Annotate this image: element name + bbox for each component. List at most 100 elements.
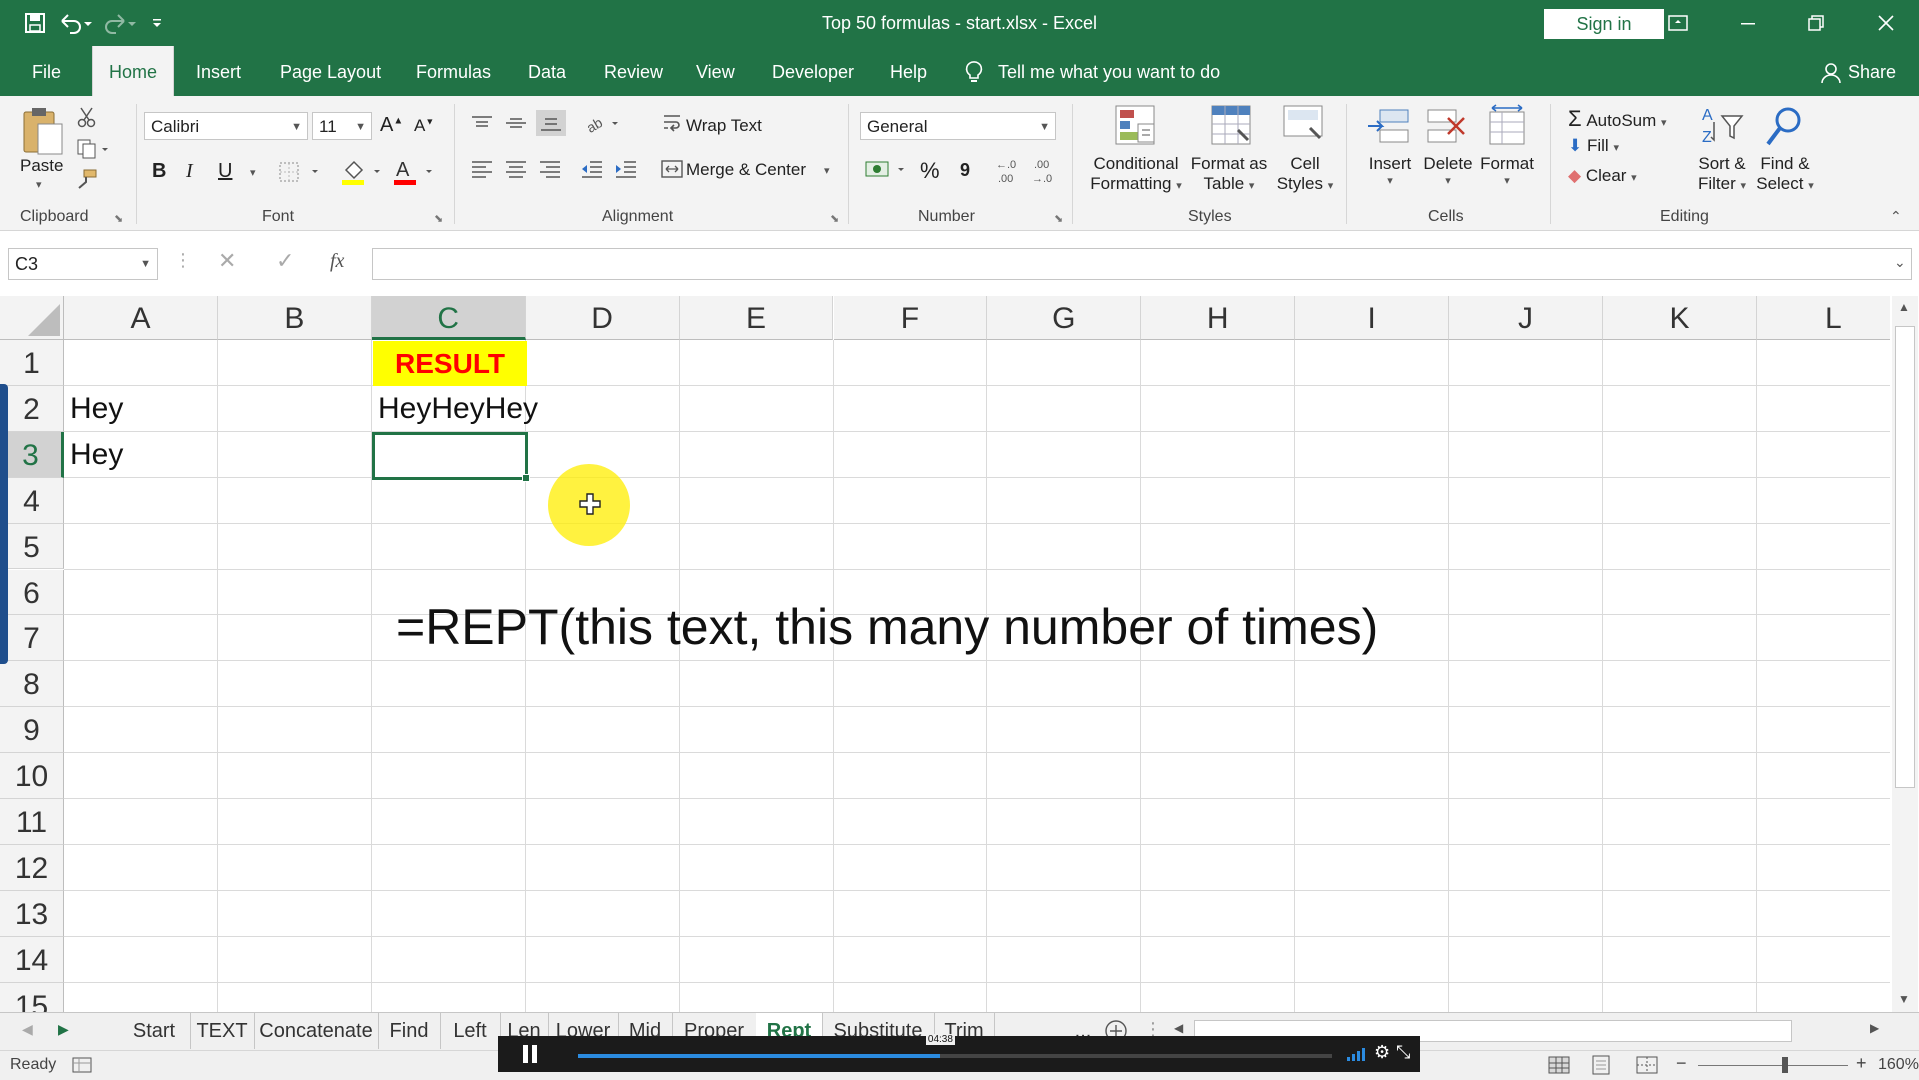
tab-page-layout[interactable]: Page Layout: [264, 46, 397, 96]
sort-filter-icon[interactable]: AZ: [1700, 104, 1746, 155]
column-header-e[interactable]: E: [679, 296, 834, 340]
format-cells-button[interactable]: Format ▾: [1478, 154, 1536, 187]
merge-dropdown-icon[interactable]: ▾: [824, 164, 830, 177]
active-cell-C3[interactable]: [372, 432, 530, 482]
font-name-combo[interactable]: Calibri ▼: [144, 112, 308, 140]
find-select-button[interactable]: Find & Select ▾: [1750, 154, 1820, 194]
font-size-combo[interactable]: 11 ▼: [312, 112, 372, 140]
cell-A2[interactable]: Hey: [70, 392, 123, 426]
row-header-3[interactable]: 3: [0, 431, 64, 478]
sheet-tab-start[interactable]: Start: [118, 1013, 191, 1049]
accounting-format-icon[interactable]: [864, 158, 910, 187]
column-header-f[interactable]: F: [833, 296, 988, 340]
row-header-10[interactable]: 10: [0, 753, 64, 799]
sheet-tab-left[interactable]: Left: [440, 1013, 501, 1049]
vertical-scrollbar[interactable]: ▲ ▼: [1892, 296, 1918, 1012]
tab-help[interactable]: Help: [874, 46, 943, 96]
share-button[interactable]: Share: [1832, 46, 1912, 96]
column-header-j[interactable]: J: [1449, 296, 1603, 340]
font-color-icon[interactable]: A: [392, 158, 438, 191]
pause-icon[interactable]: [516, 1040, 544, 1073]
format-cells-icon[interactable]: [1484, 104, 1530, 155]
row-header-12[interactable]: 12: [0, 844, 64, 891]
insert-cells-button[interactable]: Insert ▾: [1368, 154, 1412, 187]
bold-button[interactable]: B: [152, 160, 166, 183]
tab-review[interactable]: Review: [588, 46, 679, 96]
paste-dropdown-icon[interactable]: ▾: [36, 178, 42, 191]
row-header-15[interactable]: 15: [0, 982, 64, 1012]
tell-me-search[interactable]: Tell me what you want to do: [982, 46, 1236, 96]
align-center-icon[interactable]: [504, 158, 528, 185]
merge-center-icon[interactable]: [660, 158, 684, 185]
row-header-13[interactable]: 13: [0, 890, 64, 937]
scroll-tabs-left-icon[interactable]: ◀: [22, 1021, 33, 1038]
underline-dropdown-icon[interactable]: ▾: [250, 166, 256, 179]
insert-function-icon[interactable]: fx: [330, 250, 344, 273]
format-as-table-icon[interactable]: [1208, 102, 1254, 153]
underline-button[interactable]: U: [218, 160, 232, 183]
restore-icon[interactable]: [1788, 4, 1844, 42]
row-header-11[interactable]: 11: [0, 799, 64, 845]
zoom-level[interactable]: 160%: [1878, 1056, 1919, 1074]
tab-insert[interactable]: Insert: [180, 46, 257, 96]
number-format-combo[interactable]: General ▼: [860, 112, 1056, 140]
worksheet-grid[interactable]: ABCDEFGHIJKL 1 2 3 4 5 6 7 8 9 10 11 12 13 14 15 RESUL…: [0, 296, 1890, 1012]
clear-button[interactable]: ◆ Clear ▾: [1568, 166, 1637, 186]
column-header-l[interactable]: L: [1756, 296, 1890, 340]
scroll-up-icon[interactable]: ▲: [1898, 300, 1910, 314]
increase-decimal-icon[interactable]: ←.0.00: [994, 156, 1024, 191]
row-header-14[interactable]: 14: [0, 936, 64, 983]
row-header-8[interactable]: 8: [0, 661, 64, 708]
cell-C2[interactable]: HeyHeyHey: [378, 392, 538, 426]
column-header-g[interactable]: G: [987, 296, 1142, 340]
paste-button[interactable]: Paste: [20, 156, 63, 176]
sort-filter-button[interactable]: Sort & Filter ▾: [1690, 154, 1754, 194]
zoom-slider[interactable]: [1698, 1057, 1848, 1073]
row-header-5[interactable]: 5: [0, 523, 64, 570]
cell-styles-button[interactable]: Cell Styles ▾: [1276, 154, 1334, 194]
row-header-6[interactable]: 6: [0, 569, 64, 616]
column-header-h[interactable]: H: [1141, 296, 1296, 340]
video-progress-track[interactable]: [578, 1054, 1332, 1058]
conditional-formatting-button[interactable]: Conditional Formatting ▾: [1086, 154, 1186, 194]
increase-font-size-icon[interactable]: A▲: [380, 114, 403, 137]
cell-C1[interactable]: RESULT: [373, 341, 527, 386]
find-select-icon[interactable]: [1762, 104, 1808, 155]
align-bottom-icon[interactable]: [536, 110, 566, 136]
decrease-font-size-icon[interactable]: A▼: [414, 116, 434, 136]
column-header-d[interactable]: D: [525, 296, 680, 340]
delete-cells-button[interactable]: Delete ▾: [1422, 154, 1474, 187]
page-break-view-icon[interactable]: [1636, 1055, 1658, 1080]
column-header-a[interactable]: A: [64, 296, 218, 340]
insert-cells-icon[interactable]: [1366, 104, 1412, 155]
cancel-entry-icon[interactable]: ✕: [218, 248, 236, 274]
select-all-button[interactable]: [0, 296, 64, 340]
tab-home[interactable]: Home: [92, 46, 175, 96]
scroll-right-icon[interactable]: ▶: [1870, 1021, 1879, 1035]
scroll-tabs-right-icon[interactable]: ▶: [58, 1021, 69, 1038]
column-header-i[interactable]: I: [1295, 296, 1450, 340]
sheet-tab-concatenate[interactable]: Concatenate: [254, 1013, 379, 1049]
tab-file[interactable]: File: [16, 46, 77, 96]
formula-bar-handle-icon[interactable]: ⋮: [174, 250, 192, 271]
row-header-7[interactable]: 7: [0, 615, 64, 662]
ribbon-display-options-icon[interactable]: [1650, 4, 1706, 42]
fill-color-icon[interactable]: [340, 158, 386, 191]
clipboard-launcher-icon[interactable]: ⬊: [114, 212, 123, 225]
cell-A3[interactable]: Hey: [70, 438, 123, 472]
zoom-in-icon[interactable]: +: [1856, 1053, 1867, 1074]
paste-icon[interactable]: [20, 104, 64, 163]
orientation-icon[interactable]: ab: [584, 114, 624, 139]
row-header-4[interactable]: 4: [0, 477, 64, 524]
align-top-icon[interactable]: [470, 114, 494, 137]
number-launcher-icon[interactable]: ⬊: [1054, 212, 1063, 225]
wrap-text-icon[interactable]: [662, 112, 682, 139]
borders-icon[interactable]: [278, 160, 324, 189]
close-icon[interactable]: [1858, 4, 1914, 42]
page-layout-view-icon[interactable]: [1590, 1055, 1612, 1080]
row-header-1[interactable]: 1: [0, 340, 64, 386]
cell-styles-icon[interactable]: [1280, 102, 1326, 153]
delete-cells-icon[interactable]: [1424, 104, 1470, 155]
wrap-text-button[interactable]: Wrap Text: [686, 116, 762, 136]
scroll-down-icon[interactable]: ▼: [1898, 992, 1910, 1006]
